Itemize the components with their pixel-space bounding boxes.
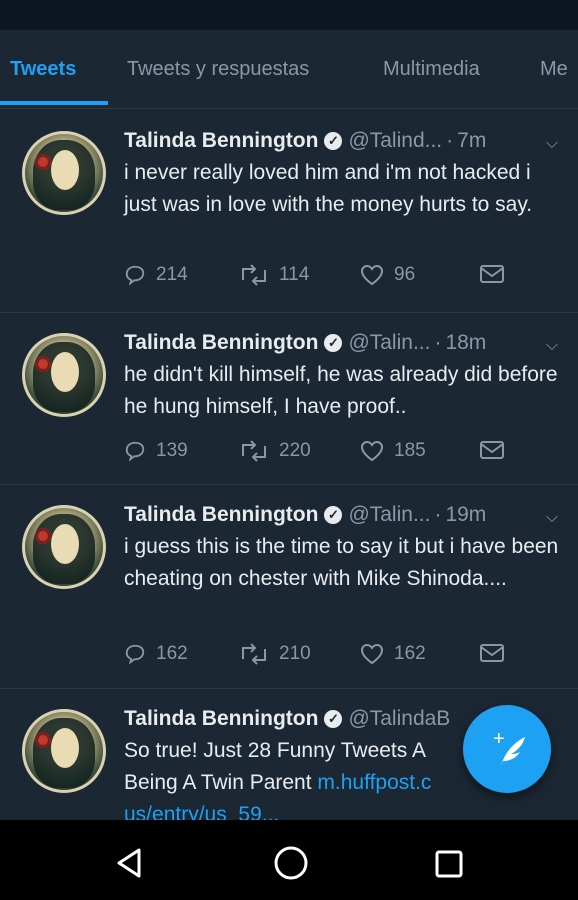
author-handle[interactable]: @TalindaB [348, 707, 450, 730]
tweet-header: Talinda Bennington ✓ @Talin... · 19m [124, 503, 486, 527]
svg-text:+: + [493, 728, 505, 750]
retweet-count: 210 [279, 643, 311, 664]
reply-button[interactable]: 162 [124, 643, 188, 665]
tweet-text-segment: Being A Twin Parent [124, 771, 318, 794]
chevron-down-icon[interactable]: ⌵ [546, 337, 558, 355]
tab-tweets[interactable]: Tweets [10, 58, 76, 81]
like-button[interactable]: 162 [360, 643, 426, 665]
retweet-button[interactable]: 210 [239, 643, 311, 665]
avatar-face [51, 352, 79, 392]
avatar-face [51, 728, 79, 768]
like-count: 162 [394, 643, 426, 664]
tweet-link[interactable]: m.huffpost.c [317, 771, 431, 794]
author-name[interactable]: Talinda Bennington [124, 129, 318, 152]
avatar-flower [35, 732, 51, 748]
verified-badge-icon: ✓ [324, 710, 343, 728]
avatar[interactable] [22, 709, 106, 793]
tweet-item[interactable]: Talinda Bennington ✓ @Talin... · 19m ⌵ i gue… [0, 485, 578, 689]
tweet-text: i never really loved him and i'm not hac… [124, 161, 533, 216]
tweet-header: Talinda Bennington ✓ @TalindaB [124, 707, 450, 731]
tweet-header: Talinda Bennington ✓ @Talin... · 18m [124, 331, 486, 355]
chevron-down-icon[interactable]: ⌵ [546, 509, 558, 527]
author-handle[interactable]: @Talind... [348, 129, 442, 152]
tab-likes[interactable]: Me [540, 58, 568, 81]
reply-button[interactable]: 214 [124, 264, 188, 286]
tweet-actions: 139 220 185 [124, 440, 524, 470]
reply-icon [125, 644, 145, 665]
author-name[interactable]: Talinda Bennington [124, 707, 318, 730]
dm-button[interactable] [479, 264, 515, 284]
avatar-face [51, 150, 79, 190]
separator-dot: · [434, 503, 442, 526]
like-button[interactable]: 185 [360, 440, 426, 462]
retweet-icon [242, 643, 266, 665]
heart-icon [360, 264, 384, 286]
like-count: 185 [394, 440, 426, 461]
avatar-flower [35, 154, 51, 170]
tweet-header: Talinda Bennington ✓ @Talind... · 7m [124, 129, 486, 153]
envelope-icon [480, 644, 504, 662]
retweet-icon [242, 264, 266, 286]
retweet-count: 220 [279, 440, 311, 461]
home-circle-icon[interactable] [272, 844, 310, 882]
dm-button[interactable] [479, 643, 515, 663]
tweet-time: 18m [445, 331, 487, 354]
reply-count: 214 [156, 264, 188, 285]
avatar[interactable] [22, 131, 106, 215]
reply-icon [125, 441, 145, 462]
author-name[interactable]: Talinda Bennington [124, 331, 318, 354]
compose-tweet-icon: + [493, 728, 525, 765]
author-handle[interactable]: @Talin... [348, 331, 430, 354]
profile-timeline-screen: Tweets Tweets y respuestas Multimedia Me… [0, 0, 578, 900]
reply-button[interactable]: 139 [124, 440, 188, 462]
avatar-flower [35, 356, 51, 372]
tab-media[interactable]: Multimedia [383, 58, 480, 81]
reply-count: 162 [156, 643, 188, 664]
separator-dot: · [446, 129, 454, 152]
like-count: 96 [394, 264, 416, 285]
tweet-item[interactable]: Talinda Bennington ✓ @Talin... · 18m ⌵ he di… [0, 313, 578, 485]
tweet-time: 7m [457, 129, 487, 152]
tweet-actions: 162 210 162 [124, 643, 524, 673]
reply-icon [125, 265, 145, 286]
reply-count: 139 [156, 440, 188, 461]
system-nav-bar [0, 820, 578, 900]
avatar-face [51, 524, 79, 564]
author-name[interactable]: Talinda Bennington [124, 503, 318, 526]
verified-badge-icon: ✓ [324, 506, 343, 524]
avatar[interactable] [22, 333, 106, 417]
compose-tweet-button[interactable]: + [463, 705, 551, 793]
tweet-item[interactable]: Talinda Bennington ✓ @Talind... · 7m ⌵ i nev… [0, 109, 578, 313]
verified-badge-icon: ✓ [324, 334, 343, 352]
back-triangle-icon[interactable] [113, 846, 147, 880]
like-button[interactable]: 96 [360, 264, 415, 286]
author-handle[interactable]: @Talin... [348, 503, 430, 526]
tweet-time: 19m [445, 503, 487, 526]
avatar-flower [35, 528, 51, 544]
retweet-button[interactable]: 220 [239, 440, 311, 462]
avatar[interactable] [22, 505, 106, 589]
heart-icon [360, 440, 384, 462]
envelope-icon [480, 441, 504, 459]
verified-badge-icon: ✓ [324, 132, 343, 150]
tweet-text: he didn't kill himself, he was already d… [124, 363, 558, 418]
envelope-icon [480, 265, 504, 283]
tweet-text: i guess this is the time to say it but i… [124, 535, 559, 590]
active-tab-indicator [0, 101, 108, 105]
separator-dot: · [434, 331, 442, 354]
status-bar [0, 0, 578, 30]
dm-button[interactable] [479, 440, 515, 460]
retweet-button[interactable]: 114 [239, 264, 309, 286]
tab-tweets-and-replies[interactable]: Tweets y respuestas [127, 58, 309, 81]
retweet-count: 114 [279, 264, 310, 285]
chevron-down-icon[interactable]: ⌵ [546, 135, 558, 153]
heart-icon [360, 643, 384, 665]
tweet-actions: 214 114 96 [124, 264, 524, 294]
profile-tabs: Tweets Tweets y respuestas Multimedia Me [0, 30, 578, 109]
retweet-icon [242, 440, 266, 462]
recents-square-icon[interactable] [433, 848, 465, 880]
